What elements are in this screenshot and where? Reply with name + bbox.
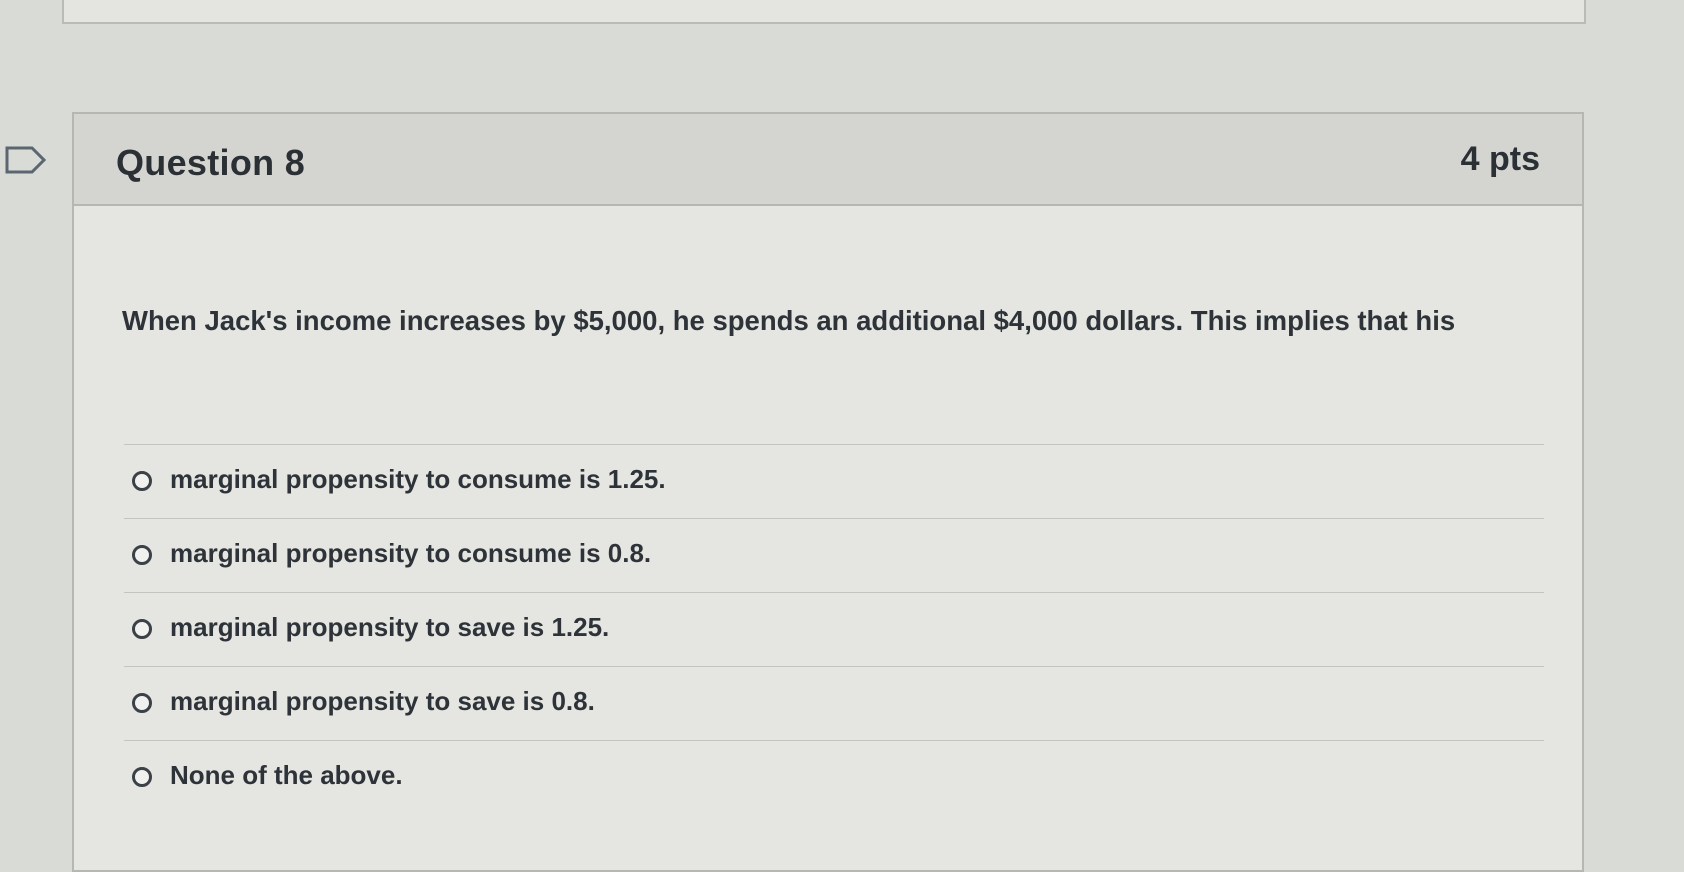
radio-button-icon[interactable] [132, 619, 152, 639]
question-card: Question 8 4 pts When Jack's income incr… [72, 112, 1584, 872]
answer-label[interactable]: marginal propensity to consume is 1.25. [170, 464, 666, 495]
previous-question-card [62, 0, 1586, 24]
question-text: When Jack's income increases by $5,000, … [122, 305, 1456, 336]
radio-button-icon[interactable] [132, 545, 152, 565]
question-points: 4 pts [1460, 140, 1540, 178]
answer-label[interactable]: None of the above. [170, 760, 403, 791]
answer-option[interactable]: marginal propensity to save is 1.25. [124, 592, 1544, 666]
radio-button-icon[interactable] [132, 471, 152, 491]
answer-option[interactable]: marginal propensity to consume is 1.25. [124, 444, 1544, 518]
question-header: Question 8 4 pts [74, 114, 1582, 206]
answer-option[interactable]: marginal propensity to save is 0.8. [124, 666, 1544, 740]
flag-question-icon[interactable] [4, 143, 48, 177]
answer-label[interactable]: marginal propensity to save is 1.25. [170, 612, 609, 643]
answer-list: marginal propensity to consume is 1.25. … [124, 444, 1544, 814]
answer-option[interactable]: None of the above. [124, 740, 1544, 814]
answer-option[interactable]: marginal propensity to consume is 0.8. [124, 518, 1544, 592]
radio-button-icon[interactable] [132, 693, 152, 713]
answer-label[interactable]: marginal propensity to consume is 0.8. [170, 538, 651, 569]
radio-button-icon[interactable] [132, 767, 152, 787]
answer-label[interactable]: marginal propensity to save is 0.8. [170, 686, 595, 717]
question-title: Question 8 [116, 142, 306, 183]
